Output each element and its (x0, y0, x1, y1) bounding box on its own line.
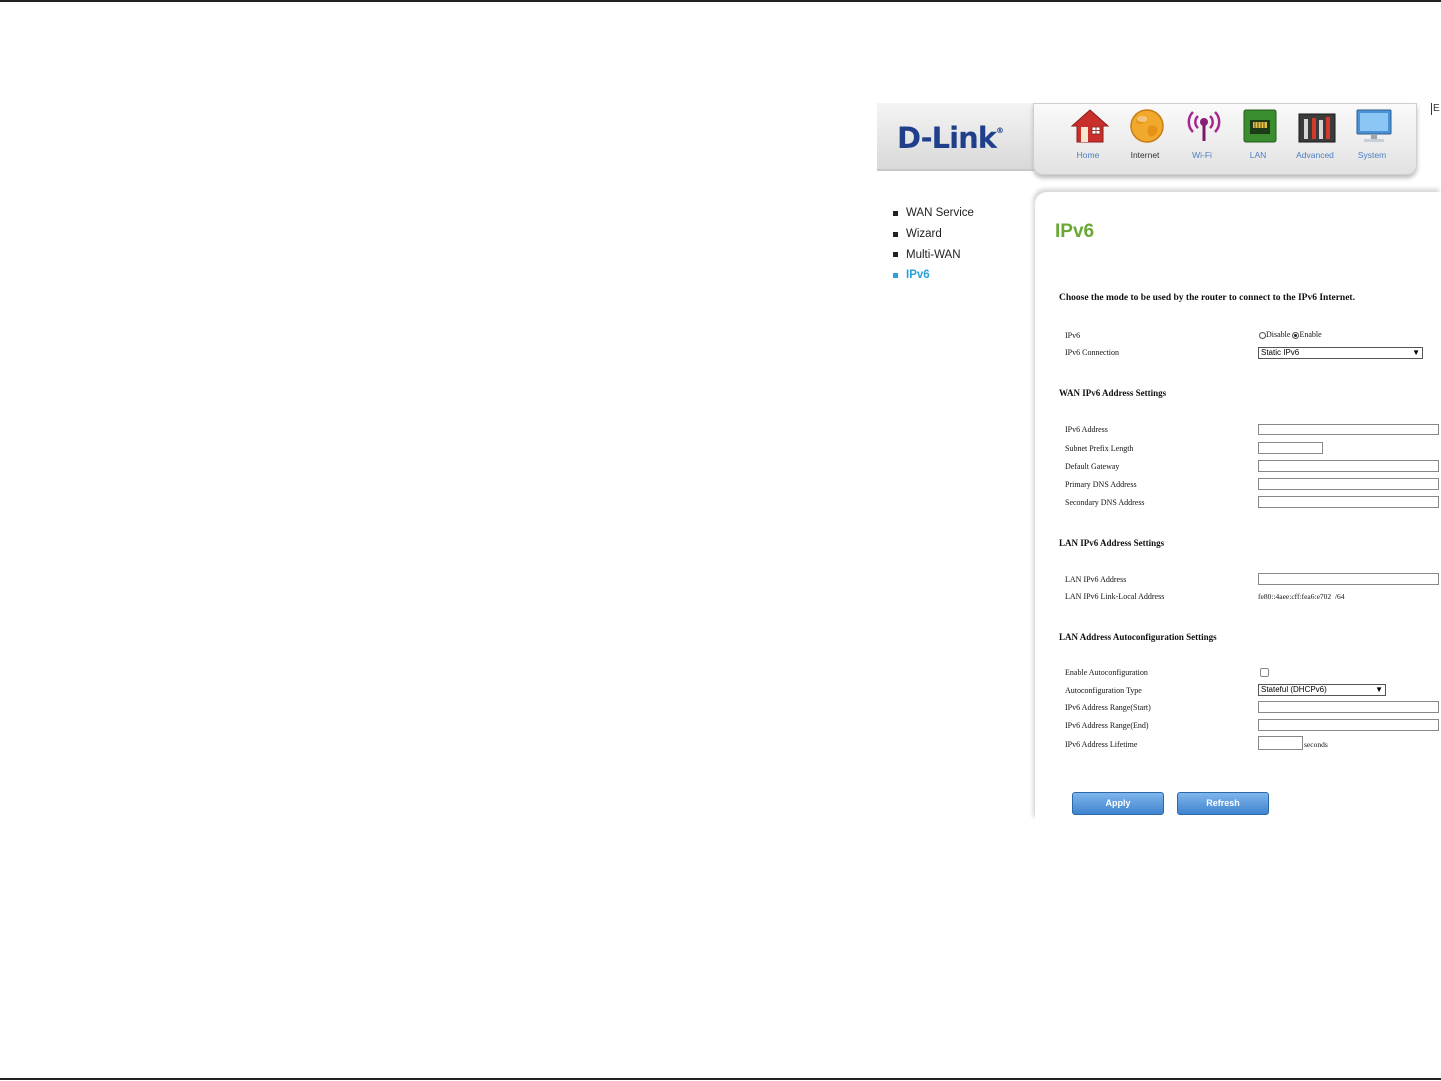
range-end-label: IPv6 Address Range(End) (1065, 721, 1149, 730)
ipv6-connection-value: Static IPv6 (1261, 348, 1300, 357)
bullet-icon (893, 231, 898, 237)
range-end-input[interactable] (1258, 719, 1439, 731)
refresh-button[interactable]: Refresh (1177, 792, 1269, 815)
nav-system[interactable]: System (1346, 108, 1398, 160)
chevron-down-icon: ▼ (1375, 685, 1383, 694)
autoconf-type-label: Autoconfiguration Type (1065, 686, 1142, 695)
nav-system-label: System (1357, 150, 1387, 160)
secondary-dns-input[interactable] (1258, 496, 1439, 508)
subnet-prefix-label: Subnet Prefix Length (1065, 444, 1134, 453)
nav-advanced-label: Advanced (1296, 150, 1334, 160)
nav-wifi-label: Wi-Fi (1192, 150, 1212, 160)
range-start-input[interactable] (1258, 701, 1439, 713)
disable-label: Disable (1266, 330, 1291, 339)
dlink-logo: D-Link® (897, 121, 1004, 155)
nav-wifi[interactable]: Wi-Fi (1176, 108, 1228, 160)
nav-home-label: Home (1076, 150, 1100, 160)
bullet-icon (893, 210, 898, 216)
bullet-icon (893, 252, 898, 258)
globe-icon (1127, 108, 1164, 143)
logo-panel: D-Link® (877, 103, 1035, 171)
sidebar-item-wan-service[interactable]: WAN Service (893, 203, 974, 224)
chevron-down-icon: ▼ (1412, 348, 1420, 357)
corner-text: E (1433, 103, 1440, 114)
enable-autoconf-label: Enable Autoconfiguration (1065, 668, 1148, 677)
page-title: IPv6 (1055, 221, 1095, 242)
nav-lan-label: LAN (1249, 150, 1267, 160)
secondary-dns-label: Secondary DNS Address (1065, 498, 1145, 507)
ipv6-label: IPv6 (1065, 331, 1081, 340)
autoconf-type-value: Stateful (DHCPv6) (1261, 685, 1327, 694)
lan-port-icon (1240, 108, 1277, 143)
bullet-icon (893, 272, 898, 278)
lifetime-label: IPv6 Address Lifetime (1065, 740, 1138, 749)
nav-lan[interactable]: LAN (1232, 108, 1284, 160)
apply-button[interactable]: Apply (1072, 792, 1164, 815)
range-start-label: IPv6 Address Range(Start) (1065, 703, 1151, 712)
top-nav: Home Internet Wi-Fi LAN Advanced System (1033, 103, 1417, 175)
subnet-prefix-input[interactable] (1258, 442, 1323, 454)
tools-icon (1297, 108, 1336, 143)
autoconf-section-heading: LAN Address Autoconfiguration Settings (1059, 632, 1217, 642)
lan-ipv6-address-input[interactable] (1258, 573, 1439, 585)
primary-dns-label: Primary DNS Address (1065, 480, 1137, 489)
lan-ipv6-address-label: LAN IPv6 Address (1065, 575, 1127, 584)
default-gateway-label: Default Gateway (1065, 462, 1120, 471)
default-gateway-input[interactable] (1258, 460, 1439, 472)
sidebar-item-label: WAN Service (906, 207, 974, 220)
sidebar-item-label: IPv6 (906, 269, 930, 282)
corner-divider (1431, 103, 1432, 115)
sidebar-item-multi-wan[interactable]: Multi-WAN (893, 244, 974, 265)
sidebar-item-ipv6[interactable]: IPv6 (893, 265, 974, 286)
lifetime-unit: seconds (1304, 740, 1328, 749)
sidebar-item-label: Multi-WAN (906, 248, 961, 261)
sidebar-item-wizard[interactable]: Wizard (893, 224, 974, 245)
wan-ipv6-address-input[interactable] (1258, 424, 1439, 435)
ipv6-mode-radios: Disable Enable (1259, 330, 1322, 339)
ipv6-connection-select[interactable]: Static IPv6 ▼ (1258, 347, 1423, 359)
autoconf-type-select[interactable]: Stateful (DHCPv6) ▼ (1258, 684, 1386, 696)
wan-section-heading: WAN IPv6 Address Settings (1059, 388, 1167, 398)
primary-dns-input[interactable] (1258, 478, 1439, 490)
wifi-icon (1184, 108, 1221, 142)
home-icon (1070, 108, 1110, 143)
link-local-label: LAN IPv6 Link-Local Address (1065, 592, 1165, 601)
ipv6-connection-label: IPv6 Connection (1065, 348, 1119, 357)
top-rule (0, 0, 1441, 2)
page-intro: Choose the mode to be used by the router… (1059, 293, 1355, 303)
nav-advanced[interactable]: Advanced (1289, 108, 1341, 160)
bottom-rule (0, 1078, 1441, 1080)
disable-radio[interactable] (1259, 331, 1266, 339)
enable-autoconf-checkbox[interactable] (1260, 668, 1269, 677)
nav-home[interactable]: Home (1062, 108, 1114, 160)
lifetime-input[interactable] (1258, 736, 1303, 750)
monitor-icon (1354, 108, 1392, 142)
wan-ipv6-address-label: IPv6 Address (1065, 425, 1108, 434)
link-local-value: fe80::4aee:cff:fea6:e702 /64 (1258, 592, 1345, 601)
nav-internet-label: Internet (1130, 150, 1160, 160)
enable-label: Enable (1299, 330, 1322, 339)
sidebar: WAN Service Wizard Multi-WAN IPv6 (893, 203, 974, 286)
lan-section-heading: LAN IPv6 Address Settings (1059, 538, 1165, 548)
sidebar-item-label: Wizard (906, 228, 942, 241)
nav-internet[interactable]: Internet (1119, 108, 1171, 160)
